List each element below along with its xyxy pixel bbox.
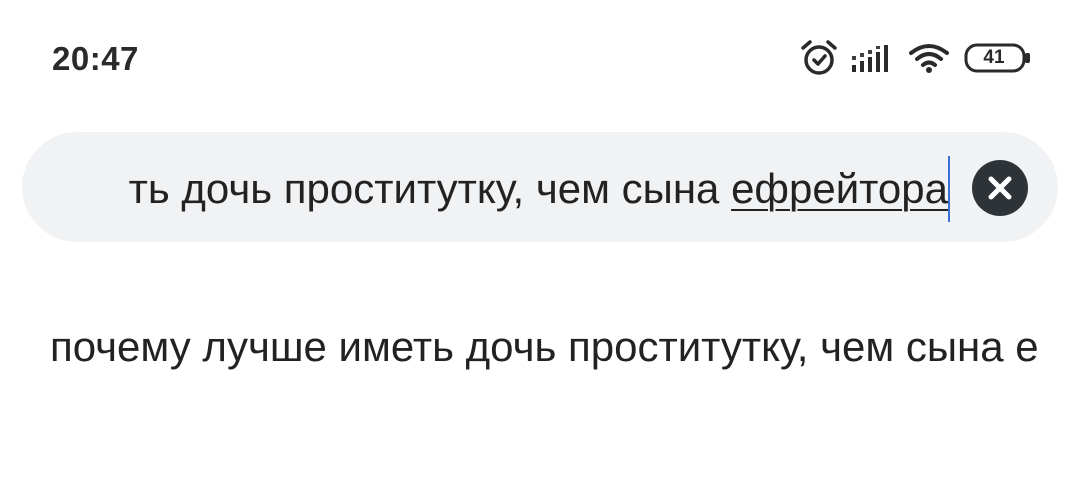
status-bar: 20:47 41 [0, 0, 1080, 120]
status-time: 20:47 [52, 40, 139, 77]
suggestion-item[interactable]: почему лучше иметь дочь проститутку, чем… [0, 300, 1080, 396]
search-query-composing: ефрейтора [731, 165, 948, 212]
alarm-icon [800, 39, 838, 77]
status-icons: 41 [800, 38, 1032, 78]
suggestion-text: почему лучше иметь дочь проститутку, чем… [50, 323, 1039, 370]
text-cursor [948, 156, 950, 222]
search-query: ть дочь проститутку, чем сына ефрейтора [129, 162, 948, 216]
clear-button[interactable] [972, 160, 1028, 216]
signal-icon [850, 41, 894, 75]
battery-icon: 41 [964, 43, 1032, 73]
search-bar[interactable]: ть дочь проститутку, чем сына ефрейтора [22, 132, 1058, 242]
battery-level: 41 [983, 47, 1005, 68]
close-icon [988, 176, 1012, 200]
wifi-icon [908, 41, 950, 75]
search-input[interactable]: ть дочь проститутку, чем сына ефрейтора [50, 132, 952, 242]
search-query-prefix: ть дочь проститутку, чем сына [128, 165, 732, 212]
